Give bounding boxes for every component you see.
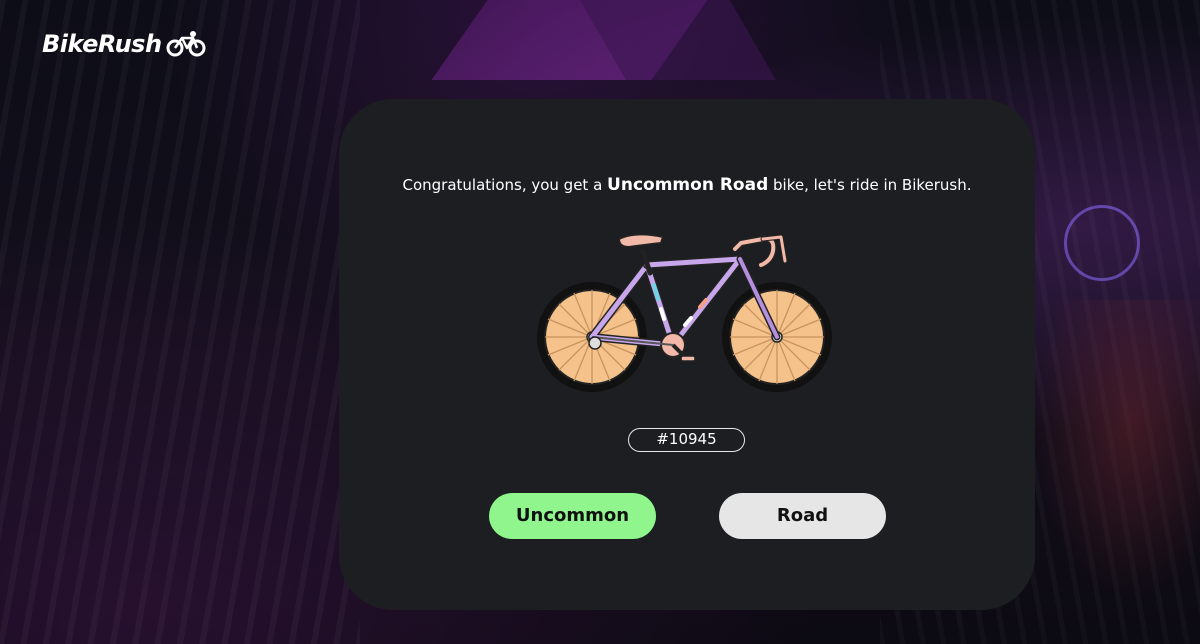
message-suffix: bike, let's ride in Bikerush. <box>768 176 972 194</box>
bike-highlight: Uncommon Road <box>607 175 769 195</box>
message-prefix: Congratulations, you get a <box>402 176 608 194</box>
bike-type-button[interactable]: Road <box>719 493 886 539</box>
brand-logo[interactable]: BikeRush <box>42 30 206 58</box>
background-building-left <box>0 0 360 644</box>
bike-saddle <box>617 233 665 249</box>
bicycle-icon <box>166 31 206 57</box>
bike-reveal-card: Congratulations, you get a Uncommon Road… <box>339 99 1035 610</box>
congratulations-message: Congratulations, you get a Uncommon Road… <box>339 175 1035 195</box>
background-rider <box>1030 300 1200 600</box>
background-neon-wheel <box>1064 205 1140 281</box>
brand-name: BikeRush <box>42 30 162 58</box>
rarity-button[interactable]: Uncommon <box>489 493 656 539</box>
bike-image <box>537 233 832 392</box>
token-id-badge: #10945 <box>628 428 745 452</box>
